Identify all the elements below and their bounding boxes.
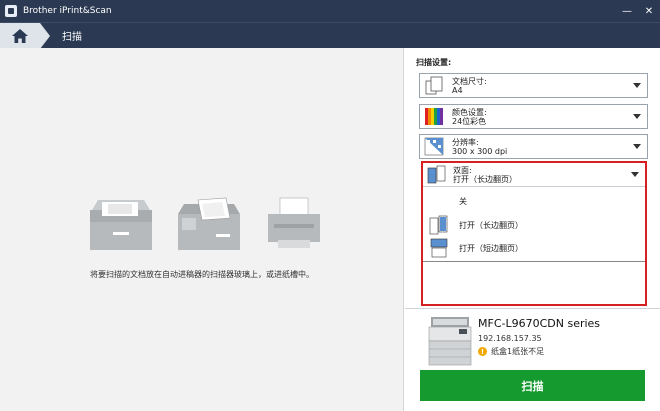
chevron-down-icon bbox=[633, 114, 641, 119]
dropdown-divider bbox=[423, 261, 645, 262]
document-size-value: A4 bbox=[452, 85, 463, 95]
color-setting-label: 颜色设置: bbox=[452, 107, 487, 117]
title-bar: Brother iPrint&Scan — ✕ bbox=[0, 0, 660, 22]
window-title: Brother iPrint&Scan bbox=[23, 6, 112, 16]
duplex-dropdown[interactable]: 双面: 打开（长边翻页） bbox=[423, 163, 645, 187]
duplex-option-label: 打开（长边翻页） bbox=[459, 220, 523, 230]
adf-scanner-icon bbox=[178, 197, 240, 250]
chevron-down-icon bbox=[633, 144, 641, 149]
printer-ip: 192.168.157.35 bbox=[478, 334, 542, 343]
nav-bar: 扫描 bbox=[0, 22, 660, 49]
minimize-icon[interactable]: — bbox=[616, 0, 638, 22]
printer-status: ! 纸盒1纸张不足 bbox=[478, 346, 544, 357]
duplex-option-short-edge[interactable]: 打开（短边翻页） bbox=[423, 236, 645, 260]
document-size-dropdown[interactable]: 文档尺寸: A4 bbox=[419, 73, 648, 98]
chevron-down-icon bbox=[631, 172, 639, 177]
printer-warning-text: 纸盒1纸张不足 bbox=[491, 347, 545, 356]
duplex-option-label: 关 bbox=[459, 196, 467, 206]
home-icon bbox=[12, 28, 28, 43]
page-title: 扫描 bbox=[62, 32, 82, 43]
duplex-short-edge-icon bbox=[430, 238, 448, 258]
feed-slot-printer-icon bbox=[268, 197, 320, 248]
duplex-label: 双面: bbox=[453, 165, 472, 175]
duplex-icon bbox=[427, 165, 446, 184]
duplex-option-off[interactable]: 关 bbox=[423, 189, 645, 213]
resolution-dropdown[interactable]: 分辨率: 300 x 300 dpi bbox=[419, 134, 648, 159]
printer-image-icon bbox=[428, 317, 472, 366]
duplex-long-edge-icon bbox=[429, 215, 448, 235]
color-setting-dropdown[interactable]: 颜色设置: 24位彩色 bbox=[419, 104, 648, 129]
app-icon bbox=[5, 5, 17, 17]
duplex-value: 打开（长边翻页） bbox=[453, 174, 517, 184]
resolution-value: 300 x 300 dpi bbox=[452, 146, 508, 156]
color-palette-icon bbox=[425, 108, 443, 125]
placement-instruction: 将要扫描的文档放在自动进稿器的扫描器玻璃上，或进纸槽中。 bbox=[90, 270, 314, 279]
color-setting-value: 24位彩色 bbox=[452, 116, 487, 126]
scan-settings-title: 扫描设置: bbox=[416, 58, 452, 67]
close-icon[interactable]: ✕ bbox=[638, 0, 660, 22]
printer-info[interactable]: MFC-L9670CDN series 192.168.157.35 ! 纸盒1… bbox=[405, 308, 660, 368]
warning-icon: ! bbox=[478, 347, 487, 356]
resolution-label: 分辨率: bbox=[452, 137, 479, 147]
chevron-down-icon bbox=[633, 83, 641, 88]
document-size-icon bbox=[425, 76, 443, 95]
scan-button[interactable]: 扫描 bbox=[420, 370, 645, 401]
home-button[interactable] bbox=[0, 22, 50, 49]
document-size-label: 文档尺寸: bbox=[452, 76, 487, 86]
window-controls: — ✕ bbox=[616, 0, 660, 22]
resolution-icon bbox=[424, 137, 444, 156]
duplex-option-long-edge[interactable]: 打开（长边翻页） bbox=[423, 213, 645, 237]
duplex-option-label: 打开（短边翻页） bbox=[459, 243, 523, 253]
placement-illustrations bbox=[88, 196, 324, 252]
flatbed-scanner-icon bbox=[90, 200, 152, 250]
scan-preview-area: 将要扫描的文档放在自动进稿器的扫描器玻璃上，或进纸槽中。 bbox=[0, 48, 404, 411]
printer-name: MFC-L9670CDN series bbox=[478, 317, 601, 330]
